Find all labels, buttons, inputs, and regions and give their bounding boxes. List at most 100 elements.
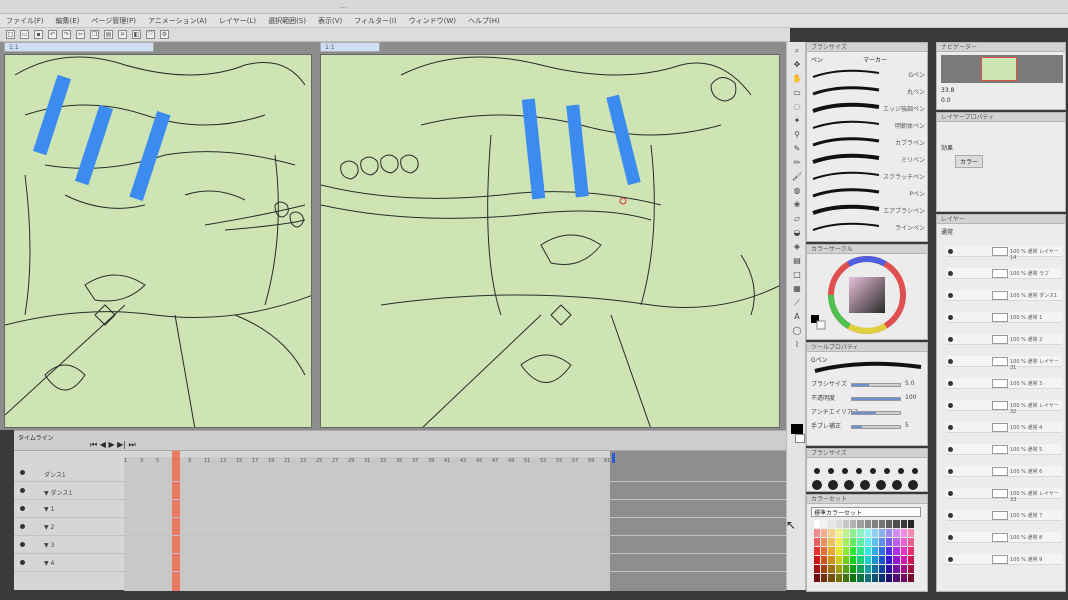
canvas-tab-left[interactable]: 1:1 (4, 42, 154, 52)
palette-swatch[interactable] (871, 547, 878, 555)
palette-swatch[interactable] (886, 529, 893, 537)
palette-swatch[interactable] (900, 574, 907, 582)
palette-swatch[interactable] (900, 529, 907, 537)
eye-icon[interactable] (948, 337, 953, 342)
palette-swatch[interactable] (828, 520, 835, 528)
play-controls[interactable]: ⏮ ◀ ▶ ▶| ⏭ (90, 440, 136, 450)
correct-line-icon[interactable]: ⌇ (791, 340, 803, 350)
palette-swatch[interactable] (828, 565, 835, 573)
palette-swatch[interactable] (835, 556, 842, 564)
settings-icon[interactable]: ⚙ (160, 30, 169, 39)
eye-icon[interactable] (948, 447, 953, 452)
palette-swatch[interactable] (821, 556, 828, 564)
palette-swatch[interactable] (907, 547, 914, 555)
clear-icon[interactable]: ✕ (118, 30, 127, 39)
property-slider[interactable] (851, 425, 901, 429)
palette-swatch[interactable] (871, 529, 878, 537)
palette-swatch[interactable] (907, 565, 914, 573)
brush-tab-marker[interactable]: マーカー (863, 55, 887, 64)
eye-icon[interactable] (20, 524, 25, 529)
palette-swatch[interactable] (857, 565, 864, 573)
eye-icon[interactable] (948, 249, 953, 254)
palette-swatch[interactable] (850, 520, 857, 528)
palette-swatch[interactable] (850, 538, 857, 546)
color-set-select[interactable]: 標準カラーセット (811, 507, 921, 517)
palette-swatch[interactable] (907, 529, 914, 537)
hand-icon[interactable]: ✋ (791, 74, 803, 84)
palette-swatch[interactable] (814, 529, 821, 537)
eye-icon[interactable] (20, 470, 25, 475)
brush-item[interactable]: エッジ強調ペン (811, 101, 927, 115)
palette-swatch[interactable] (900, 520, 907, 528)
fill-tool-icon[interactable]: ◈ (791, 242, 803, 252)
palette-swatch[interactable] (814, 574, 821, 582)
palette-swatch[interactable] (893, 547, 900, 555)
sub-color-swatch[interactable] (795, 434, 805, 443)
timeline-track[interactable]: ▼ 1 (14, 503, 786, 518)
palette-swatch[interactable] (893, 538, 900, 546)
menu-item-3[interactable]: アニメーション(A) (148, 16, 207, 26)
copy-icon[interactable]: ❐ (90, 30, 99, 39)
eyedropper-icon[interactable]: ⚲ (791, 130, 803, 140)
palette-swatch[interactable] (857, 538, 864, 546)
menu-item-8[interactable]: ウィンドウ(W) (409, 16, 456, 26)
palette-swatch[interactable] (814, 556, 821, 564)
palette-swatch[interactable] (878, 547, 886, 555)
palette-swatch[interactable] (850, 556, 857, 564)
palette-swatch[interactable] (907, 520, 914, 528)
open-icon[interactable]: ▭ (20, 30, 29, 39)
property-row[interactable]: 不透明度 100 (811, 393, 921, 405)
new-icon[interactable]: □ (6, 30, 15, 39)
palette-swatch[interactable] (835, 529, 842, 537)
palette-swatch[interactable] (871, 538, 878, 546)
decoration-icon[interactable]: ❀ (791, 200, 803, 210)
palette-swatch[interactable] (814, 520, 821, 528)
palette-swatch[interactable] (821, 520, 828, 528)
brush-item[interactable]: 明朝体ペン (811, 118, 927, 132)
palette-swatch[interactable] (842, 520, 850, 528)
eye-icon[interactable] (948, 293, 953, 298)
palette-swatch[interactable] (842, 529, 850, 537)
canvas-right[interactable] (320, 54, 780, 428)
eye-icon[interactable] (948, 359, 953, 364)
redo-icon[interactable]: ↷ (62, 30, 71, 39)
palette-swatch[interactable] (842, 574, 850, 582)
palette-swatch[interactable] (886, 520, 893, 528)
palette-swatch[interactable] (886, 547, 893, 555)
layer-color-button[interactable]: カラー (955, 155, 984, 168)
palette-swatch[interactable] (821, 547, 828, 555)
brush-item[interactable]: カブラペン (811, 135, 927, 149)
palette-swatch[interactable] (864, 520, 871, 528)
palette-swatch[interactable] (864, 538, 871, 546)
brush-item[interactable]: Pペン (811, 186, 927, 200)
palette-swatch[interactable] (857, 574, 864, 582)
eye-icon[interactable] (20, 488, 25, 493)
timeline-track[interactable]: ▼ 2 (14, 521, 786, 536)
zoom-icon[interactable]: ⌕ (791, 46, 803, 56)
palette-swatch[interactable] (821, 538, 828, 546)
menu-item-1[interactable]: 編集(E) (56, 16, 80, 26)
undo-icon[interactable]: ↶ (48, 30, 57, 39)
palette-swatch[interactable] (878, 565, 886, 573)
palette-swatch[interactable] (893, 556, 900, 564)
palette-swatch[interactable] (900, 556, 907, 564)
eye-icon[interactable] (948, 271, 953, 276)
palette-swatch[interactable] (842, 556, 850, 564)
brush-item[interactable]: ラインペン (811, 220, 927, 234)
layer-row[interactable]: 100 % 通常 5 (946, 444, 1062, 455)
palette-swatch[interactable] (864, 547, 871, 555)
brush-item[interactable]: Gペン (811, 67, 927, 81)
palette-swatch[interactable] (850, 547, 857, 555)
timeline-track[interactable]: ▼ 3 (14, 539, 786, 554)
layer-row[interactable]: 100 % 通常 4 (946, 422, 1062, 433)
timeline-track[interactable]: ▼ 4 (14, 557, 786, 572)
palette-swatch[interactable] (857, 520, 864, 528)
palette-swatch[interactable] (814, 538, 821, 546)
magic-wand-icon[interactable]: ✦ (791, 116, 803, 126)
layer-row[interactable]: 100 % 通常 1 (946, 312, 1062, 323)
layer-row[interactable]: 100 % 通常 レイヤー 31 (946, 356, 1062, 371)
eye-icon[interactable] (948, 491, 953, 496)
figure-icon[interactable]: □ (791, 270, 803, 280)
palette-swatch[interactable] (857, 556, 864, 564)
navigator-view-rect[interactable] (981, 57, 1017, 81)
